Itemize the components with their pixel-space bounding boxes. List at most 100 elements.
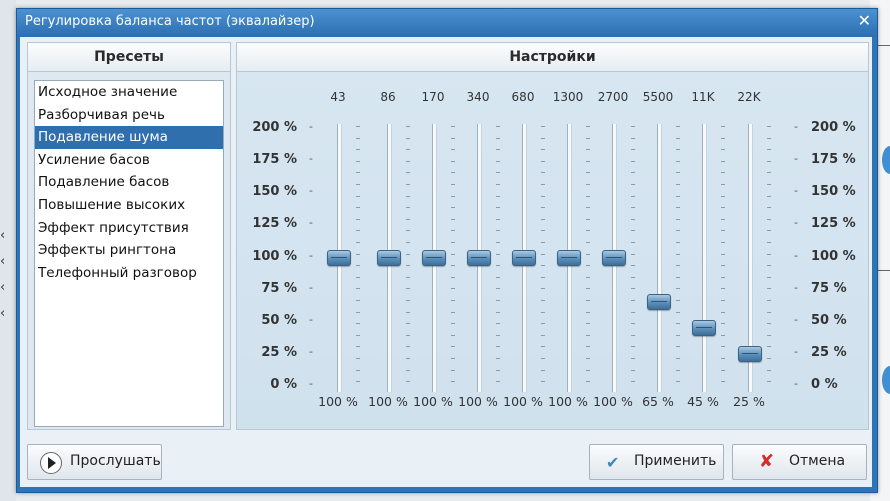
preset-item[interactable]: Исходное значение: [35, 81, 223, 104]
scale-label-left: 75 %: [261, 280, 297, 296]
scale-label-left: 0 %: [270, 377, 297, 392]
band-slider-thumb[interactable]: [557, 249, 581, 266]
slider-tick-mark: [541, 346, 545, 348]
band-value-label: 45 %: [687, 394, 719, 409]
slider-tick-mark: [631, 323, 635, 325]
preset-item[interactable]: Подавление басов: [35, 171, 223, 194]
band-slider-thumb[interactable]: [602, 249, 626, 266]
apply-button[interactable]: ✔ Применить: [589, 444, 724, 480]
slider-tick-mark: [496, 137, 500, 139]
slider-tick-mark: [631, 346, 635, 348]
slider-tick-mark: [451, 311, 455, 313]
slider-tick-mark: [451, 149, 455, 151]
slider-tick-mark: [451, 300, 455, 301]
presets-title: Пресеты: [28, 43, 230, 72]
slider-tick-mark: [676, 369, 680, 371]
scale-label-left: 125 %: [252, 216, 297, 232]
band-slider-thumb[interactable]: [327, 249, 351, 266]
slider-tick-mark: [767, 207, 771, 209]
slider-tick-mark: [356, 265, 360, 267]
band-slider-thumb[interactable]: [467, 249, 491, 266]
slider-tick-mark: [586, 346, 590, 348]
cancel-button[interactable]: ✘ Отмена: [732, 444, 867, 480]
band-slider-thumb[interactable]: [377, 249, 401, 266]
band-slider-thumb[interactable]: [738, 345, 762, 362]
slider-tick-mark: [676, 323, 680, 325]
slider-tick-mark: [586, 230, 590, 232]
slider-tick-mark: [721, 381, 725, 383]
slider-tick-mark: [767, 137, 771, 139]
preset-item[interactable]: Разборчивая речь: [35, 104, 223, 127]
slider-tick-mark: [631, 253, 635, 255]
preset-item[interactable]: Эффекты рингтона: [35, 239, 223, 262]
scale-label-right: 75 %: [811, 280, 847, 296]
slider-tick-mark: [586, 218, 590, 220]
band-frequency-label: 86: [380, 90, 396, 104]
preset-item[interactable]: Телефонный разговор: [35, 262, 223, 285]
band-frequency-label: 340: [466, 90, 490, 104]
band-slider-thumb[interactable]: [422, 249, 446, 266]
slider-tick-mark: [676, 242, 680, 243]
scale-tick: -: [794, 216, 798, 230]
slider-tick-mark: [676, 149, 680, 151]
slider-tick-mark: [586, 265, 590, 267]
slider-tick-mark: [541, 358, 545, 359]
band-slider-thumb[interactable]: [692, 320, 716, 337]
slider-tick-mark: [451, 230, 455, 232]
slider-tick-mark: [406, 137, 410, 139]
slider-tick-mark: [496, 195, 500, 197]
slider-tick-mark: [541, 218, 545, 220]
slider-tick-mark: [767, 276, 771, 278]
slider-tick-mark: [451, 265, 455, 267]
slider-tick-mark: [586, 369, 590, 371]
slider-tick-mark: [541, 207, 545, 209]
slider-tick-mark: [631, 311, 635, 313]
slider-tick-mark: [721, 358, 725, 359]
slider-tick-mark: [451, 323, 455, 325]
slider-tick-mark: [676, 346, 680, 348]
slider-tick-mark: [451, 160, 455, 162]
slider-tick-mark: [586, 184, 590, 185]
preset-item[interactable]: Повышение высоких: [35, 194, 223, 217]
title-bar: Регулировка баланса частот (эквалайзер) …: [17, 9, 877, 37]
slider-tick-mark: [356, 311, 360, 313]
slider-tick-mark: [541, 253, 545, 255]
chevron-left-icon: ‹: [0, 254, 6, 269]
slider-tick-mark: [406, 311, 410, 313]
slider-tick-mark: [721, 311, 725, 313]
slider-tick-mark: [356, 207, 360, 209]
band-slider-track[interactable]: [702, 124, 707, 392]
background-window-edge: ‹ ‹ ‹ ‹: [0, 0, 16, 501]
slider-tick-mark: [586, 253, 590, 255]
preset-item[interactable]: Эффект присутствия: [35, 217, 223, 240]
slider-tick-mark: [496, 184, 500, 185]
band-slider-track[interactable]: [657, 124, 662, 392]
slider-tick-mark: [631, 276, 635, 278]
preset-item[interactable]: Подавление шума: [35, 126, 223, 149]
slider-tick-mark: [541, 276, 545, 278]
slider-tick-mark: [496, 311, 500, 313]
slider-tick-mark: [767, 184, 771, 185]
play-button-label: Прослушать: [70, 453, 161, 469]
band-frequency-label: 1300: [552, 90, 584, 104]
preset-item[interactable]: Усиление басов: [35, 149, 223, 172]
slider-tick-mark: [406, 369, 410, 371]
slider-tick-mark: [586, 323, 590, 325]
scale-label-right: 125 %: [811, 216, 856, 232]
slider-tick-mark: [631, 334, 635, 336]
slider-tick-mark: [496, 323, 500, 325]
play-button[interactable]: Прослушать: [27, 444, 162, 480]
band-slider-thumb[interactable]: [647, 294, 671, 311]
slider-tick-mark: [496, 334, 500, 336]
scale-label-right: 0 %: [811, 377, 838, 392]
band-slider-thumb[interactable]: [512, 249, 536, 266]
slider-tick-mark: [356, 160, 360, 162]
band-frequency-label: 11K: [691, 90, 715, 104]
slider-tick-mark: [676, 195, 680, 197]
slider-tick-mark: [356, 184, 360, 185]
slider-tick-mark: [767, 358, 771, 359]
settings-panel: Настройки 200 % - -200 % 175 % - -175 % 150 % -…: [236, 42, 869, 430]
band-value-label: 100 %: [413, 394, 453, 409]
slider-tick-mark: [496, 149, 500, 151]
close-icon[interactable]: ✕: [858, 11, 871, 30]
